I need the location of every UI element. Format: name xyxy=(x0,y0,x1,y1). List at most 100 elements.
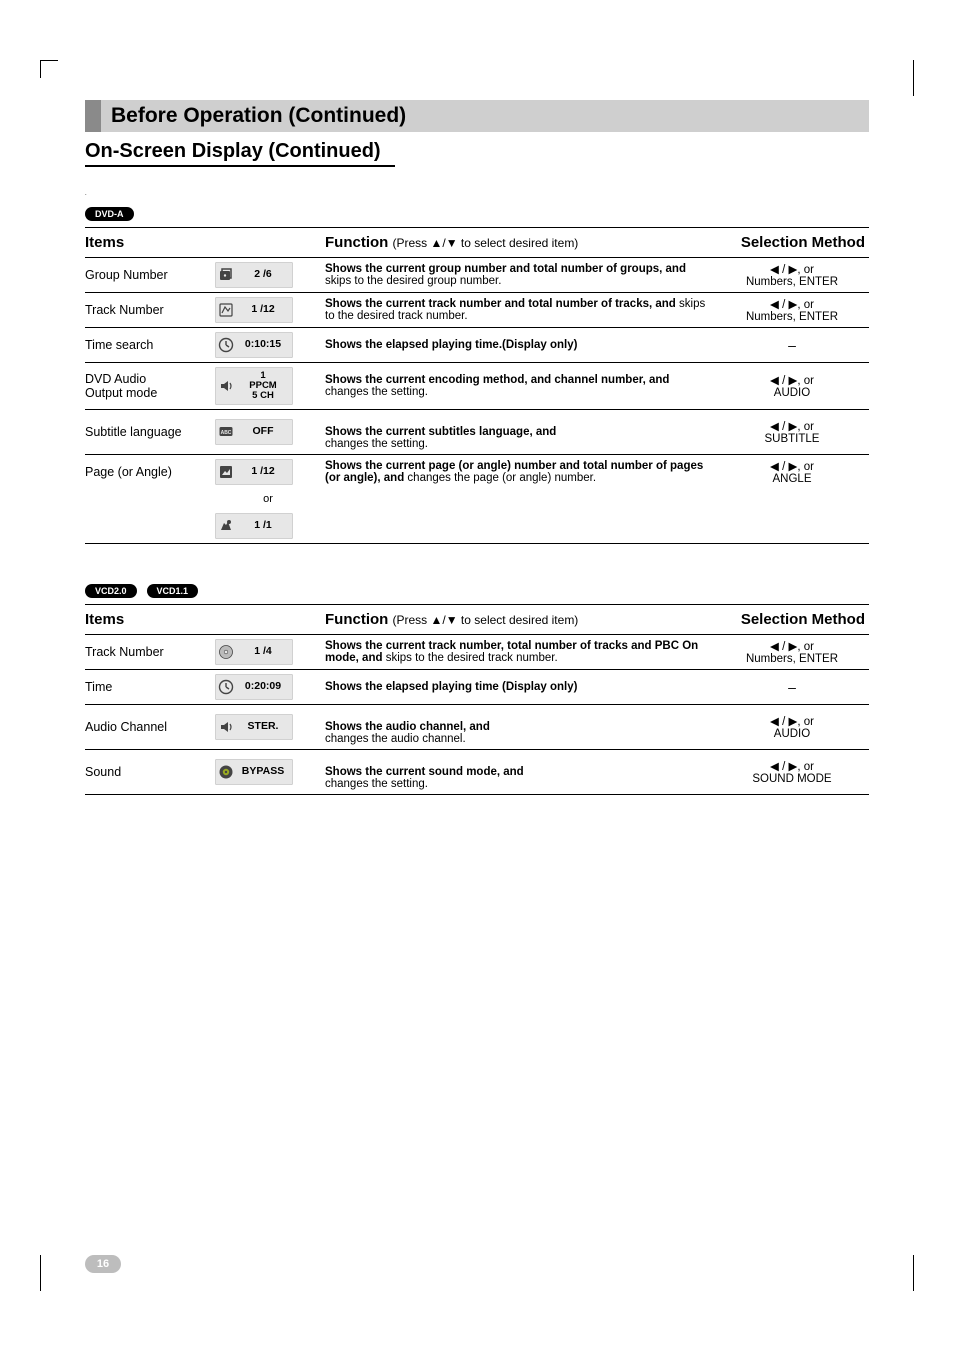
sel-line1: ◀ / ▶, or xyxy=(770,641,814,653)
func-rest: changes the audio channel. xyxy=(325,733,466,745)
sel-line1: – xyxy=(788,679,796,695)
sel-line2: ANGLE xyxy=(773,473,812,485)
th-func-label: Function xyxy=(325,234,388,251)
sound-icon xyxy=(217,763,235,781)
page-number-value: 16 xyxy=(85,1255,121,1273)
cell-selection: ◀ / ▶, or ANGLE xyxy=(719,455,869,490)
tiny-mark: . xyxy=(85,191,869,197)
sel-line2: Numbers, ENTER xyxy=(746,653,838,665)
cell-item: DVD Audio Output mode xyxy=(85,363,215,410)
cell-item: Audio Channel xyxy=(85,705,215,750)
cell-function: Shows the current encoding method, and c… xyxy=(325,363,719,410)
th-selection: Selection Method xyxy=(719,228,869,258)
cell-pill: 1 /1 xyxy=(215,509,325,544)
pill-text: 1 PPCM 5 CH xyxy=(239,371,287,401)
table-head-row: Items Function (Press ▲/▼ to select desi… xyxy=(85,228,869,258)
sel-line1: ◀ / ▶, or xyxy=(770,716,814,728)
cell-pill: 1 /4 xyxy=(215,635,325,670)
cell-item: Track Number xyxy=(85,293,215,328)
sel-line1: ◀ / ▶, or xyxy=(770,299,814,311)
clock-icon xyxy=(217,336,235,354)
cell-selection: – xyxy=(719,670,869,705)
cell-function: Shows the current group number and total… xyxy=(325,258,719,293)
subtitle-icon xyxy=(217,423,235,441)
cell-selection: ◀ / ▶, or Numbers, ENTER xyxy=(719,293,869,328)
badge: DVD-A xyxy=(85,207,134,221)
cell-pill: 1 /12 xyxy=(215,293,325,328)
table-row: Subtitle language OFF Shows the current … xyxy=(85,410,869,455)
pill-text: OFF xyxy=(239,426,287,437)
header-title: Before Operation (Continued) xyxy=(101,100,869,132)
section-header: Before Operation (Continued) xyxy=(85,100,869,132)
angle-icon xyxy=(217,517,235,535)
func-bold: Shows the audio channel, and xyxy=(325,721,490,733)
speaker-icon xyxy=(217,718,235,736)
func-bold: Shows the elapsed playing time.(Display … xyxy=(325,339,577,351)
cell-function: Shows the current sound mode, and change… xyxy=(325,750,719,795)
subheader: On-Screen Display (Continued) xyxy=(85,140,869,163)
cell-function: Shows the audio channel, and changes the… xyxy=(325,705,719,750)
cell-selection: ◀ / ▶, or SUBTITLE xyxy=(719,410,869,455)
osd-pill: OFF xyxy=(215,419,293,445)
sel-line1: ◀ / ▶, or xyxy=(770,264,814,276)
sel-line1: ◀ / ▶, or xyxy=(770,461,814,473)
cell-pill: STER. xyxy=(215,705,325,750)
group-icon xyxy=(217,266,235,284)
sel-line2: AUDIO xyxy=(774,728,810,740)
osd-pill: 0:20:09 xyxy=(215,674,293,700)
subheader-continued: (Continued) xyxy=(268,140,380,162)
table-row-or: or xyxy=(85,489,869,509)
header-tab xyxy=(85,100,101,132)
func-rest: skips to the desired track number. xyxy=(383,652,558,664)
pill-text: 0:20:09 xyxy=(239,681,287,692)
osd-table-1: Items Function (Press ▲/▼ to select desi… xyxy=(85,227,869,544)
osd-pill: STER. xyxy=(215,714,293,740)
cell-selection: ◀ / ▶, or Numbers, ENTER xyxy=(719,635,869,670)
table-row: DVD Audio Output mode 1 PPCM 5 CH Shows … xyxy=(85,363,869,410)
page-number: 16 xyxy=(85,1255,121,1273)
func-rest: changes the setting. xyxy=(325,778,428,790)
table-row: Page (or Angle) 1 /12 Shows the current … xyxy=(85,455,869,490)
table-row: Track Number 1 /12 Shows the current tra… xyxy=(85,293,869,328)
pill-text: 2 /6 xyxy=(239,269,287,280)
cell-item: Group Number xyxy=(85,258,215,293)
cell-selection: ◀ / ▶, or SOUND MODE xyxy=(719,750,869,795)
osd-pill: 1 PPCM 5 CH xyxy=(215,367,293,405)
pill-text: STER. xyxy=(239,721,287,732)
table-row: Track Number 1 /4 Shows the current trac… xyxy=(85,635,869,670)
sel-line2: SOUND MODE xyxy=(752,773,831,785)
cell-function: Shows the elapsed playing time.(Display … xyxy=(325,328,719,363)
th-items: Items xyxy=(85,228,325,258)
pill-text: 1 /1 xyxy=(239,520,287,531)
sel-line2: Numbers, ENTER xyxy=(746,311,838,323)
cell-item: Time search xyxy=(85,328,215,363)
badge-row-1: DVD-A xyxy=(85,207,869,221)
pill-text: 1 /4 xyxy=(239,646,287,657)
cell-pill: OFF xyxy=(215,410,325,455)
cell-item: Time xyxy=(85,670,215,705)
cell-pill: 1 PPCM 5 CH xyxy=(215,363,325,410)
cell-item: Page (or Angle) xyxy=(85,455,215,490)
osd-pill: 1 /12 xyxy=(215,459,293,485)
disc-icon xyxy=(217,643,235,661)
cell-pill: BYPASS xyxy=(215,750,325,795)
th-func-hint: (Press ▲/▼ to select desired item) xyxy=(393,613,579,627)
th-func-label: Function xyxy=(325,611,388,628)
osd-pill: 0:10:15 xyxy=(215,332,293,358)
sel-line2: Numbers, ENTER xyxy=(746,276,838,288)
osd-pill: 1 /1 xyxy=(215,513,293,539)
table-row: Time search 0:10:15 Shows the elapsed pl… xyxy=(85,328,869,363)
badge-row-2: VCD2.0 VCD1.1 xyxy=(85,584,869,598)
table-row: Group Number 2 /6 Shows the current grou… xyxy=(85,258,869,293)
func-bold: Shows the elapsed playing time (Display … xyxy=(325,681,577,693)
osd-pill: 1 /12 xyxy=(215,297,293,323)
cell-selection: ◀ / ▶, or AUDIO xyxy=(719,363,869,410)
th-function: Function (Press ▲/▼ to select desired it… xyxy=(325,228,719,258)
cell-pill: 2 /6 xyxy=(215,258,325,293)
sel-line1: ◀ / ▶, or xyxy=(770,375,814,387)
table-row: Audio Channel STER. Shows the audio chan… xyxy=(85,705,869,750)
pill-text: 0:10:15 xyxy=(239,339,287,350)
badge: VCD2.0 xyxy=(85,584,137,598)
cell-item: Subtitle language xyxy=(85,410,215,455)
cell-function: Shows the elapsed playing time (Display … xyxy=(325,670,719,705)
